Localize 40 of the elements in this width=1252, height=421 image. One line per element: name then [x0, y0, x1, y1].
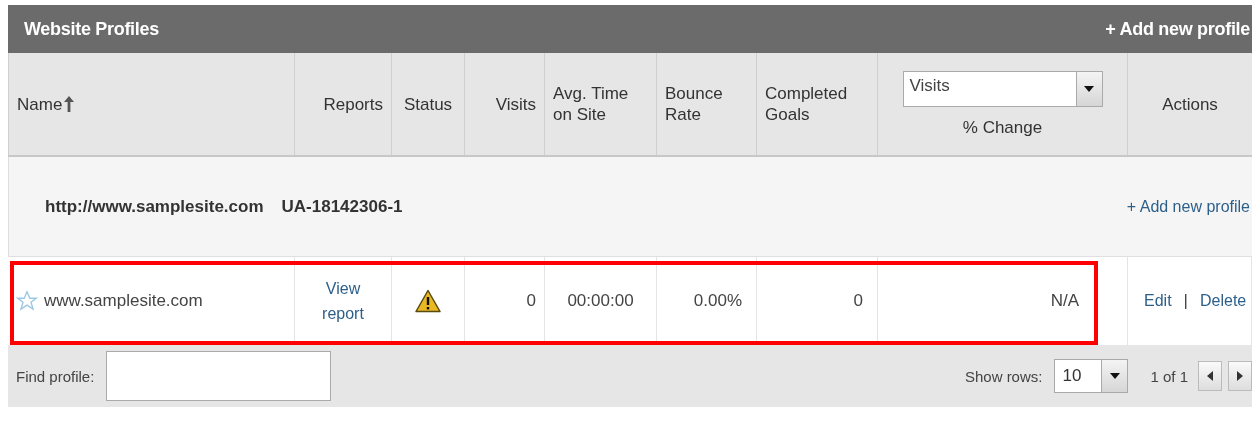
show-rows-label: Show rows: [964, 367, 1043, 385]
right-arrow-icon [1237, 371, 1243, 381]
panel-title: Website Profiles [24, 18, 159, 40]
column-label: % Change [962, 116, 1043, 138]
separator: | [1183, 291, 1188, 311]
left-arrow-icon [1207, 371, 1213, 381]
profile-name: www.samplesite.com [44, 291, 203, 311]
next-page-button[interactable] [1228, 361, 1252, 391]
tracking-id: UA-18142306-1 [281, 196, 403, 216]
metric-dropdown[interactable]: Visits [902, 70, 1103, 107]
column-label[interactable]: Bounce Rate [665, 83, 748, 125]
column-header[interactable]: Name [8, 53, 295, 155]
previous-page-button[interactable] [1198, 361, 1222, 391]
add-profile-link[interactable]: + Add new profile [1126, 197, 1250, 216]
find-profile-label: Find profile: [16, 367, 95, 385]
delete-link[interactable]: Delete [1200, 292, 1247, 310]
column-label[interactable]: Reports [323, 93, 383, 115]
star-icon[interactable] [16, 290, 38, 312]
column-header[interactable]: Completed Goals [757, 53, 878, 155]
account-url: http://www.samplesite.com [45, 196, 264, 216]
column-header[interactable]: Bounce Rate [657, 53, 757, 155]
page-count: 1 of 1 [1150, 367, 1188, 385]
column-header[interactable]: Reports [295, 53, 392, 155]
add-profile-link[interactable]: + Add new profile [1105, 18, 1250, 40]
rows-dropdown[interactable]: 10 [1054, 359, 1129, 393]
column-label[interactable]: Visits [495, 93, 536, 115]
view-report-link[interactable]: View report [313, 276, 373, 326]
edit-link[interactable]: Edit [1144, 292, 1172, 310]
column-header[interactable]: Actions [1128, 53, 1252, 155]
column-label[interactable]: Actions [1162, 93, 1218, 115]
caret-icon [1109, 373, 1120, 379]
find-profile-field[interactable] [106, 351, 332, 401]
column-header[interactable]: Avg. Time on Site [545, 53, 657, 155]
column-label[interactable]: Status [403, 93, 453, 115]
column-label[interactable]: Name [17, 93, 63, 115]
column-header[interactable]: Visits [465, 53, 545, 155]
caret-icon [1084, 85, 1094, 92]
column-label[interactable]: Completed Goals [765, 83, 869, 125]
column-label[interactable]: Avg. Time on Site [553, 83, 648, 125]
column-header[interactable]: Status [392, 53, 465, 155]
